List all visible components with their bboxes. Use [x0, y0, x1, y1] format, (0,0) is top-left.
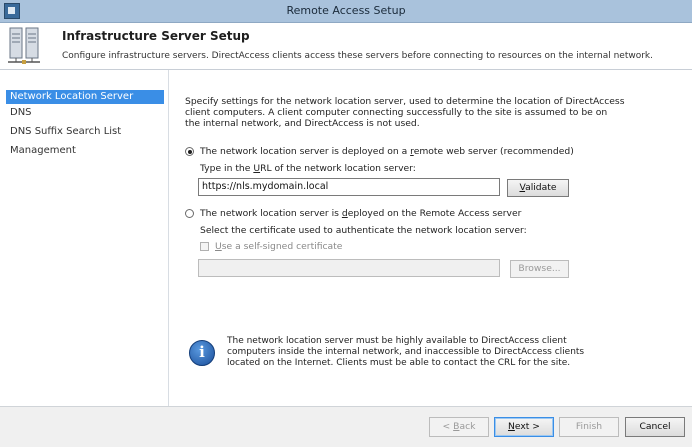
- intro-text: Specify settings for the network locatio…: [185, 96, 625, 129]
- sidebar-item-label: DNS Suffix Search List: [10, 126, 122, 137]
- sidebar-item-management[interactable]: Management: [6, 144, 164, 158]
- back-button[interactable]: < Back: [429, 417, 489, 437]
- nls-url-input[interactable]: https://nls.mydomain.local: [198, 178, 500, 196]
- wizard-steps-sidebar: Network Location Server DNS DNS Suffix S…: [0, 70, 169, 446]
- remote-web-server-radio[interactable]: [185, 147, 194, 156]
- title-bar[interactable]: Remote Access Setup: [0, 0, 692, 23]
- sidebar-item-network-location-server[interactable]: Network Location Server: [6, 90, 164, 104]
- remote-access-server-label[interactable]: The network location server is deployed …: [200, 208, 521, 219]
- next-button[interactable]: Next >: [494, 417, 554, 437]
- self-signed-certificate-label: Use a self-signed certificate: [215, 241, 343, 252]
- info-text: The network location server must be high…: [227, 336, 585, 368]
- certificate-input[interactable]: [198, 259, 500, 277]
- page-title: Infrastructure Server Setup: [62, 29, 250, 43]
- server-icon: [8, 27, 40, 64]
- cancel-button[interactable]: Cancel: [625, 417, 685, 437]
- page-description: Configure infrastructure servers. Direct…: [62, 51, 654, 61]
- sidebar-item-label: Network Location Server: [10, 91, 134, 102]
- self-signed-certificate-checkbox[interactable]: [200, 242, 209, 251]
- info-icon: i: [189, 340, 215, 366]
- sidebar-item-label: DNS: [10, 107, 32, 118]
- sidebar-item-dns-suffix-search-list[interactable]: DNS Suffix Search List: [6, 125, 164, 139]
- sidebar-item-label: Management: [10, 145, 76, 156]
- wizard-footer: < Back Next > Finish Cancel: [0, 406, 692, 447]
- remote-access-setup-window: Remote Access Setup Infrastructure Serve…: [0, 0, 692, 447]
- main-content: Specify settings for the network locatio…: [169, 70, 692, 406]
- sidebar-item-dns[interactable]: DNS: [6, 106, 164, 120]
- browse-button[interactable]: Browse...: [510, 260, 569, 278]
- validate-button[interactable]: Validate: [507, 179, 569, 197]
- window-title: Remote Access Setup: [286, 4, 406, 17]
- remote-access-server-radio[interactable]: [185, 209, 194, 218]
- remote-web-server-label[interactable]: The network location server is deployed …: [200, 146, 574, 157]
- certificate-prompt-label: Select the certificate used to authentic…: [200, 225, 527, 236]
- finish-button[interactable]: Finish: [559, 417, 619, 437]
- url-prompt-label: Type in the URL of the network location …: [200, 163, 416, 174]
- wizard-header: Infrastructure Server Setup Configure in…: [0, 23, 692, 70]
